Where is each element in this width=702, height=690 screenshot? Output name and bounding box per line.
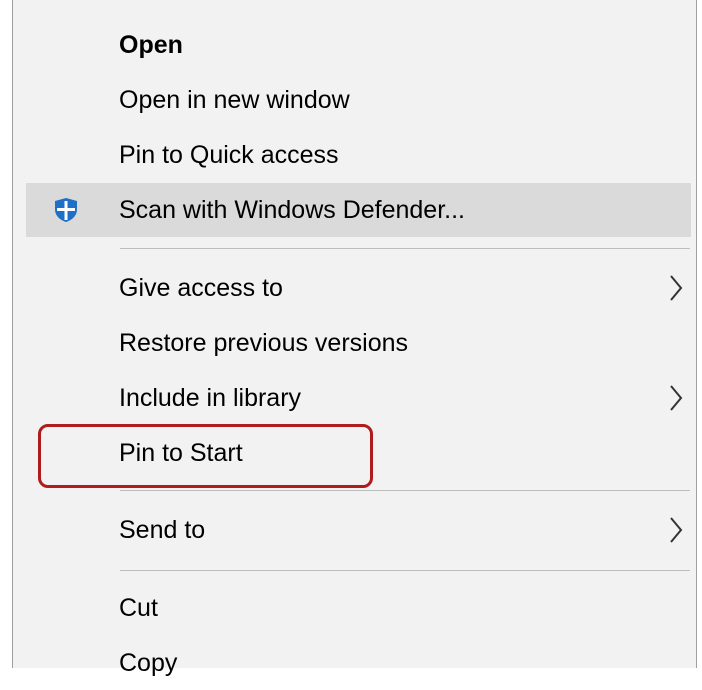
menu-item-label: Restore previous versions [119, 328, 409, 357]
menu-item-include-in-library[interactable]: Include in library [26, 371, 691, 425]
menu-item-label: Send to [119, 515, 206, 544]
menu-item-copy[interactable]: Copy [26, 636, 691, 690]
menu-item-pin-to-quick-access[interactable]: Pin to Quick access [26, 128, 691, 182]
context-menu: Open Open in new window Pin to Quick acc… [12, 0, 697, 675]
menu-item-open-in-new-window[interactable]: Open in new window [26, 73, 691, 127]
menu-item-label: Cut [119, 593, 158, 622]
menu-item-label: Scan with Windows Defender... [119, 195, 465, 224]
menu-separator [120, 490, 690, 491]
menu-item-restore-previous-versions[interactable]: Restore previous versions [26, 316, 691, 370]
menu-separator [120, 570, 690, 571]
menu-item-scan-with-windows-defender[interactable]: Scan with Windows Defender... [26, 183, 691, 237]
menu-item-label: Copy [119, 648, 178, 677]
windows-defender-shield-icon [53, 197, 79, 223]
menu-item-label: Open in new window [119, 85, 350, 114]
chevron-right-icon [669, 274, 683, 302]
menu-item-label: Include in library [119, 383, 302, 412]
menu-item-label: Pin to Quick access [119, 140, 339, 169]
chevron-right-icon [669, 384, 683, 412]
menu-item-send-to[interactable]: Send to [26, 503, 691, 557]
menu-item-cut[interactable]: Cut [26, 581, 691, 635]
menu-item-open[interactable]: Open [26, 18, 691, 72]
menu-item-give-access-to[interactable]: Give access to [26, 261, 691, 315]
menu-item-label: Open [119, 30, 183, 59]
annotation-highlight-box [38, 424, 373, 488]
menu-separator [120, 248, 690, 249]
menu-item-label: Give access to [119, 273, 283, 302]
chevron-right-icon [669, 516, 683, 544]
